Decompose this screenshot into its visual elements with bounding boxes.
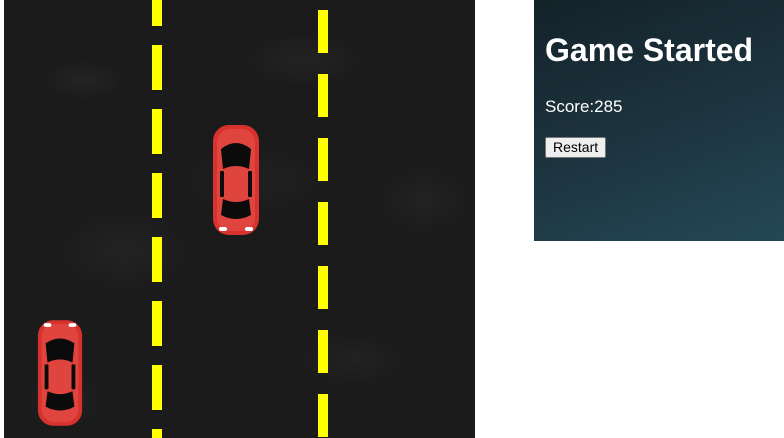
lane-dash — [152, 365, 162, 410]
red-car-icon — [37, 320, 83, 426]
score-display: Score:285 — [545, 97, 623, 117]
score-value: 285 — [594, 97, 623, 116]
lane-dash — [152, 45, 162, 90]
lane-dash — [318, 330, 328, 373]
lane-dash — [152, 237, 162, 282]
lane-divider-left — [152, 0, 162, 438]
lane-dash — [318, 138, 328, 181]
lane-dash — [152, 109, 162, 154]
game-status-panel: Game Started Score:285 Restart — [534, 0, 784, 241]
restart-button[interactable]: Restart — [545, 137, 607, 158]
game-status-title: Game Started — [545, 32, 754, 68]
lane-dash — [318, 10, 328, 53]
lane-dash — [152, 429, 162, 438]
lane-divider-right — [318, 0, 328, 438]
red-car-icon — [213, 125, 259, 235]
game-page: Game Started Score:285 Restart — [0, 0, 784, 438]
lane-dash — [152, 173, 162, 218]
lane-dash — [318, 266, 328, 309]
lane-dash — [318, 74, 328, 117]
lane-dash — [318, 394, 328, 437]
lane-dash — [318, 202, 328, 245]
score-label: Score: — [545, 97, 595, 116]
lane-dash — [152, 301, 162, 346]
lane-dash — [152, 0, 162, 26]
game-road — [4, 0, 475, 438]
